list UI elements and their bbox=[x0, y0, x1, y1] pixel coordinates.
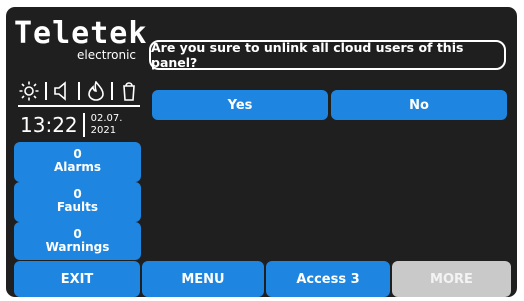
fire-icon bbox=[85, 80, 107, 102]
icon-divider bbox=[77, 82, 80, 100]
clock-date-year: 2021 bbox=[90, 125, 117, 136]
brand-name: Teletek bbox=[14, 16, 148, 51]
sun-icon bbox=[18, 80, 40, 102]
exit-button[interactable]: EXIT bbox=[14, 261, 140, 297]
clock: 13:22 02.07. 2021 bbox=[18, 109, 142, 141]
clock-time: 13:22 bbox=[20, 113, 78, 137]
faults-button[interactable]: 0 Faults bbox=[14, 182, 141, 222]
more-button: MORE bbox=[392, 261, 511, 297]
divider-line bbox=[18, 105, 140, 107]
warnings-label: Warnings bbox=[45, 240, 110, 254]
brand-logo: Teletek electronic bbox=[14, 16, 148, 62]
clock-date: 02.07. 2021 bbox=[91, 113, 123, 137]
alarms-label: Alarms bbox=[53, 160, 102, 174]
icon-divider bbox=[111, 82, 114, 100]
menu-button[interactable]: MENU bbox=[142, 261, 264, 297]
trash-bin-icon bbox=[118, 80, 140, 102]
clock-divider bbox=[82, 113, 85, 137]
warnings-button[interactable]: 0 Warnings bbox=[14, 222, 141, 260]
confirm-question: Are you sure to unlink all cloud users o… bbox=[149, 40, 506, 70]
icon-divider bbox=[44, 82, 47, 100]
faults-label: Faults bbox=[56, 200, 99, 214]
status-icons-row bbox=[18, 79, 140, 103]
alarms-button[interactable]: 0 Alarms bbox=[14, 142, 141, 182]
no-button[interactable]: No bbox=[331, 90, 507, 120]
clock-date-day-month: 02.07. bbox=[90, 113, 123, 124]
speaker-icon bbox=[51, 80, 73, 102]
panel-screen: Teletek electronic 13:22 02.07. 2021 0 A… bbox=[6, 7, 517, 297]
access-level-button[interactable]: Access 3 bbox=[266, 261, 390, 297]
yes-button[interactable]: Yes bbox=[152, 90, 328, 120]
